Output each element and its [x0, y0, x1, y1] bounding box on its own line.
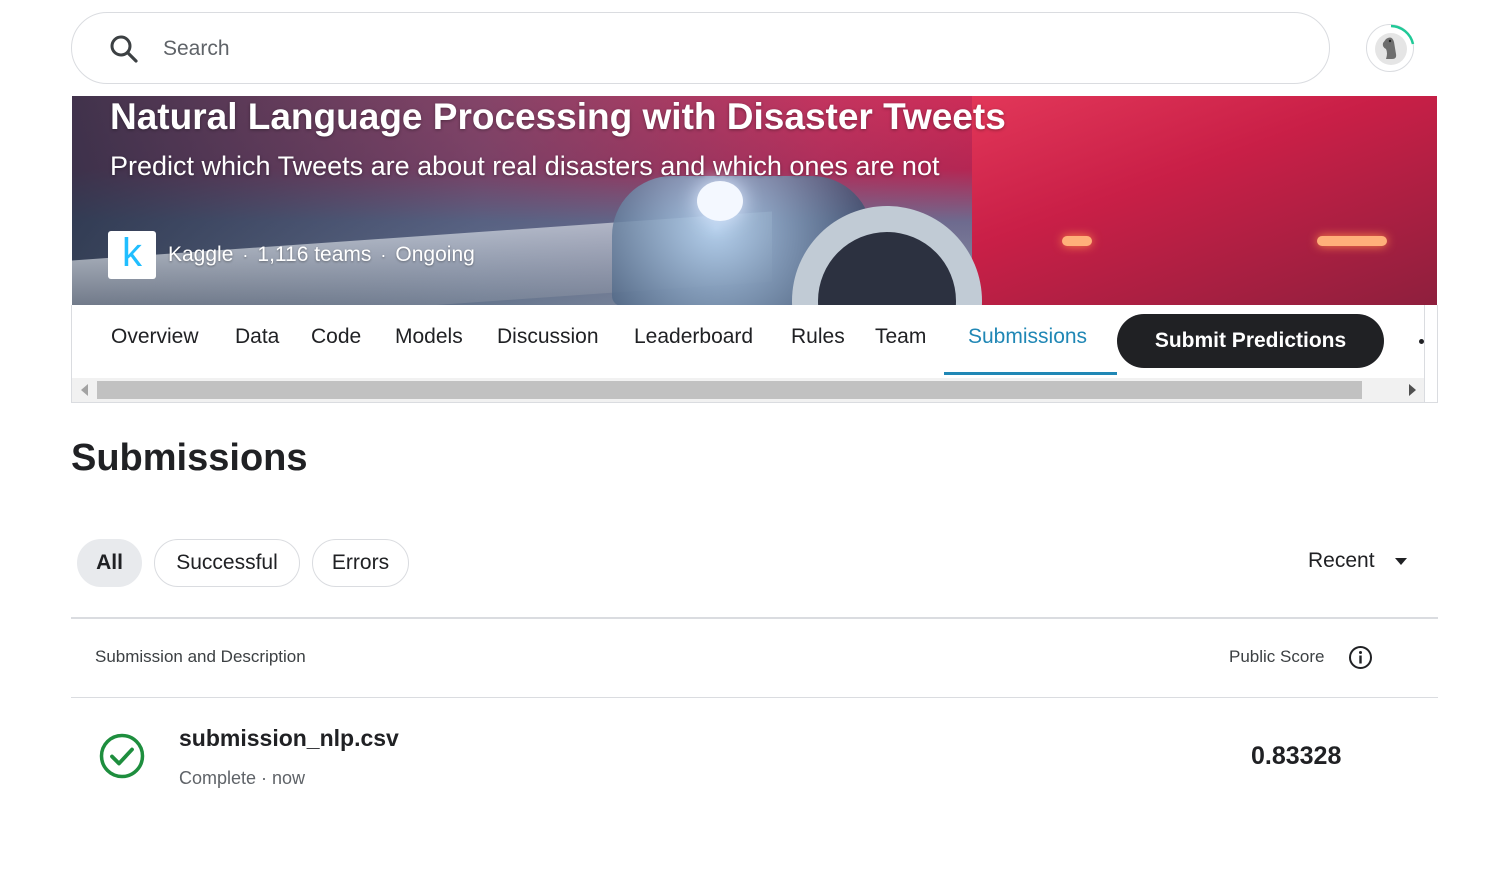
filter-all-chip[interactable]: All	[77, 539, 142, 587]
tab-team[interactable]: Team	[875, 325, 926, 349]
active-tab-indicator	[944, 372, 1117, 375]
tab-leaderboard[interactable]: Leaderboard	[634, 325, 753, 349]
competition-meta: k Kaggle · 1,116 teams · Ongoing	[108, 231, 475, 279]
vertical-scrollbar	[1424, 305, 1438, 402]
page-title: Submissions	[71, 437, 308, 479]
scrollbar-thumb[interactable]	[97, 381, 1362, 399]
tab-data[interactable]: Data	[235, 325, 279, 349]
tab-discussion[interactable]: Discussion	[497, 325, 599, 349]
competition-header: Natural Language Processing with Disaste…	[72, 96, 1437, 305]
kaggle-logo-icon[interactable]: k	[108, 231, 156, 279]
host-name[interactable]: Kaggle	[168, 243, 233, 267]
competition-status: Ongoing	[395, 243, 475, 266]
divider	[71, 697, 1438, 698]
tab-submissions[interactable]: Submissions	[968, 325, 1087, 349]
avatar[interactable]	[1366, 24, 1415, 72]
divider	[71, 617, 1438, 619]
submission-file-name[interactable]: submission_nlp.csv	[179, 725, 399, 752]
column-header-submission: Submission and Description	[95, 647, 306, 666]
search-icon	[109, 34, 139, 64]
public-score: 0.83328	[1251, 742, 1342, 770]
tab-code[interactable]: Code	[311, 325, 361, 349]
competition-tabs: Overview Data Code Models Discussion Lea…	[71, 305, 1438, 403]
search-input[interactable]	[161, 31, 1261, 67]
tab-rules[interactable]: Rules	[791, 325, 845, 349]
column-header-score: Public Score	[1229, 647, 1325, 666]
caret-down-icon	[1394, 557, 1407, 565]
submission-status: Complete · now	[179, 768, 306, 788]
team-count: 1,116 teams	[257, 243, 372, 266]
sort-dropdown[interactable]: Recent	[1308, 549, 1407, 573]
submit-predictions-button[interactable]: Submit Predictions	[1117, 314, 1384, 368]
competition-title: Natural Language Processing with Disaste…	[110, 96, 1006, 137]
tab-models[interactable]: Models	[395, 325, 463, 349]
hero-image	[972, 96, 1437, 305]
horizontal-scrollbar[interactable]	[72, 378, 1424, 402]
competition-subtitle: Predict which Tweets are about real disa…	[110, 151, 940, 181]
filter-successful-chip[interactable]: Successful	[154, 539, 300, 587]
search-bar[interactable]	[71, 12, 1330, 84]
info-icon[interactable]	[1348, 645, 1373, 675]
scroll-left-icon[interactable]	[81, 384, 88, 396]
scroll-right-icon[interactable]	[1409, 384, 1416, 396]
check-circle-icon	[98, 732, 146, 785]
sort-label: Recent	[1308, 549, 1375, 572]
filter-errors-chip[interactable]: Errors	[312, 539, 409, 587]
tab-overview[interactable]: Overview	[111, 325, 199, 349]
